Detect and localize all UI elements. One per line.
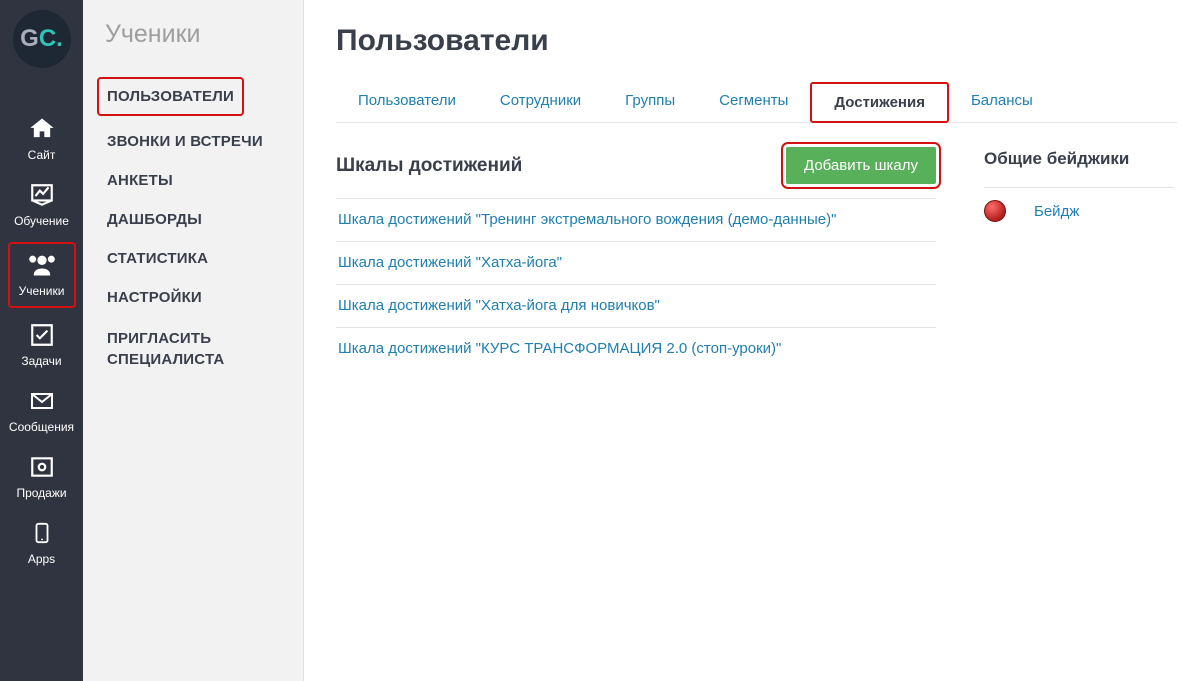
scale-link[interactable]: Шкала достижений "Хатха-йога" (338, 254, 562, 271)
tab-staff[interactable]: Сотрудники (478, 82, 603, 122)
users-icon (25, 250, 59, 280)
tab-users[interactable]: Пользователи (336, 82, 478, 122)
left-rail: GC. Сайт Обучение Ученики Задачи Сообщен… (0, 0, 83, 681)
scale-link[interactable]: Шкала достижений "КУРС ТРАНСФОРМАЦИЯ 2.0… (338, 340, 781, 357)
rail-item-site[interactable]: Сайт (0, 106, 83, 172)
logo-c: C. (39, 25, 63, 53)
list-item: Шкала достижений "Тренинг экстремального… (336, 198, 936, 241)
sub-item-forms[interactable]: АНКЕТЫ (97, 161, 303, 200)
list-item: Шкала достижений "Хатха-йога для новичко… (336, 284, 936, 327)
sub-item-calls[interactable]: ЗВОНКИ И ВСТРЕЧИ (97, 122, 303, 161)
badges-section: Общие бейджики Бейдж (984, 147, 1174, 234)
list-item: Шкала достижений "Хатха-йога" (336, 241, 936, 284)
rail-label: Продажи (16, 486, 66, 500)
rail-label: Ученики (19, 284, 65, 298)
rail-item-tasks[interactable]: Задачи (0, 312, 83, 378)
rail-item-learning[interactable]: Обучение (0, 172, 83, 238)
badge-icon (984, 200, 1006, 222)
sub-item-dashboards[interactable]: ДАШБОРДЫ (97, 200, 303, 239)
rail-item-messages[interactable]: Сообщения (0, 378, 83, 444)
main-content: Пользователи Пользователи Сотрудники Гру… (304, 0, 1197, 681)
sub-item-stats[interactable]: СТАТИСТИКА (97, 239, 303, 278)
chart-icon (25, 180, 59, 210)
check-icon (25, 320, 59, 350)
safe-icon (25, 452, 59, 482)
scale-list: Шкала достижений "Тренинг экстремального… (336, 198, 936, 370)
badge-row: Бейдж (984, 187, 1174, 234)
rail-label: Сайт (28, 148, 56, 162)
tab-achievements[interactable]: Достижения (810, 82, 949, 123)
rail-item-sales[interactable]: Продажи (0, 444, 83, 510)
mail-icon (25, 386, 59, 416)
scales-section: Шкалы достижений Добавить шкалу Шкала до… (336, 147, 936, 370)
page-title: Пользователи (336, 24, 1177, 58)
sub-item-settings[interactable]: НАСТРОЙКИ (97, 278, 303, 317)
scale-link[interactable]: Шкала достижений "Тренинг экстремального… (338, 211, 836, 228)
rail-label: Задачи (21, 354, 61, 368)
rail-label: Обучение (14, 214, 69, 228)
tab-segments[interactable]: Сегменты (697, 82, 810, 122)
phone-icon (25, 518, 59, 548)
home-icon (25, 114, 59, 144)
rail-item-students[interactable]: Ученики (8, 242, 76, 308)
add-scale-button[interactable]: Добавить шкалу (786, 147, 936, 184)
badge-link[interactable]: Бейдж (1034, 203, 1079, 220)
scales-heading: Шкалы достижений (336, 155, 522, 177)
tab-balance[interactable]: Балансы (949, 82, 1055, 122)
logo[interactable]: GC. (13, 10, 71, 68)
badges-heading: Общие бейджики (984, 149, 1174, 169)
logo-g: G (20, 25, 39, 53)
sub-sidebar: Ученики ПОЛЬЗОВАТЕЛИ ЗВОНКИ И ВСТРЕЧИ АН… (83, 0, 304, 681)
rail-item-apps[interactable]: Apps (0, 510, 83, 576)
sub-item-invite[interactable]: ПРИГЛАСИТЬ СПЕЦИАЛИСТА (97, 317, 257, 381)
scale-link[interactable]: Шкала достижений "Хатха-йога для новичко… (338, 297, 660, 314)
rail-label: Сообщения (9, 420, 74, 434)
list-item: Шкала достижений "КУРС ТРАНСФОРМАЦИЯ 2.0… (336, 327, 936, 370)
sub-sidebar-title: Ученики (97, 20, 303, 49)
rail-label: Apps (28, 552, 55, 566)
sub-item-users[interactable]: ПОЛЬЗОВАТЕЛИ (97, 77, 244, 116)
tabs: Пользователи Сотрудники Группы Сегменты … (336, 82, 1177, 123)
tab-groups[interactable]: Группы (603, 82, 697, 122)
